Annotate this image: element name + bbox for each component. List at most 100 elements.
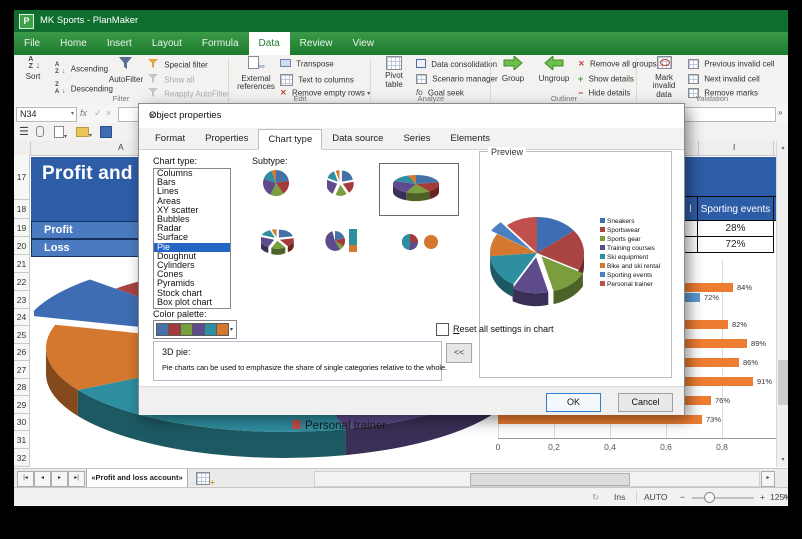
ribbon-tab-home[interactable]: Home bbox=[50, 32, 97, 55]
next-sheet-icon[interactable]: ▸ bbox=[51, 471, 68, 487]
mark-invalid-data-button[interactable]: Mark invalid data bbox=[644, 56, 684, 99]
transpose-button[interactable]: Transpose bbox=[280, 59, 334, 72]
table-header-cell-partial[interactable]: l bbox=[683, 196, 698, 221]
ribbon-tab-data[interactable]: Data bbox=[248, 32, 290, 55]
collapse-button[interactable]: << bbox=[446, 343, 472, 363]
reset-settings-checkbox[interactable] bbox=[436, 323, 449, 336]
row-header-25[interactable]: 25 bbox=[14, 326, 30, 344]
namebox-dropdown-icon[interactable]: ▾ bbox=[71, 108, 74, 121]
subtype-bar-of-pie[interactable] bbox=[315, 223, 379, 273]
autofilter-button[interactable]: AutoFilter bbox=[106, 56, 146, 84]
cancel-entry-icon[interactable]: × bbox=[106, 108, 111, 118]
dialog-close-icon[interactable]: × bbox=[149, 110, 675, 122]
pivot-table-button[interactable]: Pivot table bbox=[376, 56, 412, 89]
column-header-i[interactable]: I bbox=[733, 142, 735, 152]
external-references-button[interactable]: ⚯ External references bbox=[236, 56, 276, 92]
table-cell-28[interactable]: 28% bbox=[697, 220, 774, 237]
open-document-icon[interactable]: ▾ bbox=[76, 127, 92, 140]
zoom-out-icon[interactable]: − bbox=[680, 492, 685, 502]
row-header-30[interactable]: 30 bbox=[14, 414, 30, 431]
confirm-entry-icon[interactable]: ✓ bbox=[94, 108, 102, 119]
ribbon-tab-formula[interactable]: Formula bbox=[192, 32, 249, 55]
ascending-button[interactable]: A Z ↓ Ascending bbox=[52, 62, 108, 75]
status-overflow-icon[interactable]: » bbox=[783, 491, 788, 501]
horizontal-scrollbar[interactable] bbox=[314, 471, 760, 487]
row-header-29[interactable]: 29 bbox=[14, 396, 30, 414]
color-palette-dropdown[interactable]: ▾ bbox=[153, 320, 237, 339]
touch-mode-icon[interactable] bbox=[36, 126, 44, 140]
sync-icon[interactable]: ↻ bbox=[592, 492, 599, 503]
vertical-scrollbar-thumb[interactable] bbox=[778, 360, 788, 405]
row-header-27[interactable]: 27 bbox=[14, 361, 30, 379]
first-sheet-icon[interactable]: |◂ bbox=[17, 471, 34, 487]
show-all-button[interactable]: Show all bbox=[148, 74, 194, 87]
dialog-tab-properties[interactable]: Properties bbox=[195, 128, 258, 150]
scroll-up-icon[interactable]: ▴ bbox=[777, 141, 788, 155]
new-document-icon[interactable]: ▾ bbox=[54, 126, 67, 141]
ribbon-tab-layout[interactable]: Layout bbox=[142, 32, 192, 55]
row-header-32[interactable]: 32 bbox=[14, 449, 30, 467]
zoom-in-icon[interactable]: + bbox=[760, 492, 765, 502]
ribbon-tab-file[interactable]: File bbox=[14, 32, 50, 55]
zoom-slider-thumb[interactable] bbox=[704, 492, 715, 503]
data-consolidation-button[interactable]: Data consolidation bbox=[416, 59, 497, 72]
insert-mode-indicator[interactable]: Ins bbox=[614, 492, 625, 502]
row-header-28[interactable]: 28 bbox=[14, 379, 30, 396]
subtype-pie-exploded[interactable] bbox=[315, 166, 379, 216]
preview-legend-label: Sportswear bbox=[607, 227, 640, 234]
special-filter-button[interactable]: Special filter bbox=[148, 59, 208, 72]
ribbon-tab-insert[interactable]: Insert bbox=[97, 32, 142, 55]
ribbon-tab-view[interactable]: View bbox=[342, 32, 384, 55]
subtype-pie-flat[interactable] bbox=[249, 166, 313, 216]
chart-type-listbox[interactable]: Columns Bars Lines Areas XY scatter Bubbles Ra… bbox=[153, 168, 231, 309]
next-invalid-cell-button[interactable]: Next invalid cell bbox=[688, 74, 760, 87]
row-header-17[interactable]: 17 bbox=[14, 155, 30, 200]
group-button[interactable]: Group bbox=[494, 54, 532, 83]
row-header-26[interactable]: 26 bbox=[14, 344, 30, 361]
scroll-right-icon[interactable]: ▸ bbox=[761, 471, 775, 487]
save-icon[interactable] bbox=[100, 126, 112, 141]
row-header-22[interactable]: 22 bbox=[14, 273, 30, 291]
chart-type-option-box-plot-chart[interactable]: Box plot chart bbox=[154, 297, 230, 307]
table-cell-empty[interactable] bbox=[683, 220, 698, 237]
row-header-23[interactable]: 23 bbox=[14, 291, 30, 309]
column-header-a[interactable]: A bbox=[118, 142, 124, 152]
ungroup-button[interactable]: Ungroup bbox=[534, 54, 574, 83]
dialog-tab-chart-type[interactable]: Chart type bbox=[258, 129, 323, 150]
cell-reference-box[interactable]: N34 ▾ bbox=[16, 107, 77, 122]
zoom-slider-track[interactable] bbox=[692, 497, 754, 499]
auto-indicator[interactable]: AUTO bbox=[644, 492, 667, 502]
sheet-tab-profit-and-loss[interactable]: «Profit and loss account» bbox=[86, 469, 188, 488]
horizontal-scrollbar-thumb[interactable] bbox=[470, 473, 630, 486]
last-sheet-icon[interactable]: ▸| bbox=[68, 471, 85, 487]
dialog-tab-format[interactable]: Format bbox=[145, 128, 195, 150]
subtype-pie-of-pie[interactable] bbox=[386, 223, 450, 273]
ok-button[interactable]: OK bbox=[546, 393, 601, 412]
row-header-31[interactable]: 31 bbox=[14, 431, 30, 449]
insert-function-icon[interactable]: fx bbox=[80, 108, 87, 118]
subtype-pie-3d-exploded[interactable] bbox=[249, 223, 313, 273]
dialog-title-bar[interactable]: Object properties × bbox=[139, 104, 684, 128]
scroll-down-icon[interactable]: ▾ bbox=[777, 453, 788, 467]
dialog-tab-series[interactable]: Series bbox=[393, 128, 440, 150]
row-header-21[interactable]: 21 bbox=[14, 255, 30, 273]
row-header-19[interactable]: 19 bbox=[14, 219, 30, 237]
scenario-manager-button[interactable]: Scenario manager bbox=[416, 74, 498, 87]
ribbon-tab-review[interactable]: Review bbox=[290, 32, 343, 55]
text-to-columns-button[interactable]: Text to columns bbox=[280, 74, 354, 87]
row-header-20[interactable]: 20 bbox=[14, 237, 30, 255]
previous-sheet-icon[interactable]: ◂ bbox=[34, 471, 51, 487]
cancel-button[interactable]: Cancel bbox=[618, 393, 673, 412]
sort-button[interactable]: A Z ↓ Sort bbox=[16, 56, 50, 81]
previous-invalid-cell-button[interactable]: Previous invalid cell bbox=[688, 59, 775, 72]
menu-icon[interactable]: ☰ bbox=[19, 125, 29, 138]
subtype-pie-3d-selected[interactable] bbox=[379, 163, 459, 216]
formula-bar-overflow-icon[interactable]: » bbox=[778, 108, 782, 117]
dialog-tab-data-source[interactable]: Data source bbox=[322, 128, 393, 150]
vertical-scrollbar[interactable]: ▴ ▾ bbox=[776, 141, 788, 467]
bar-segment[interactable] bbox=[498, 415, 702, 424]
show-details-button[interactable]: + Show details bbox=[578, 74, 634, 87]
table-header-cell-sporting-events[interactable]: Sporting events bbox=[697, 196, 774, 221]
row-header-18[interactable]: 18 bbox=[14, 200, 30, 219]
row-header-24[interactable]: 24 bbox=[14, 309, 30, 326]
